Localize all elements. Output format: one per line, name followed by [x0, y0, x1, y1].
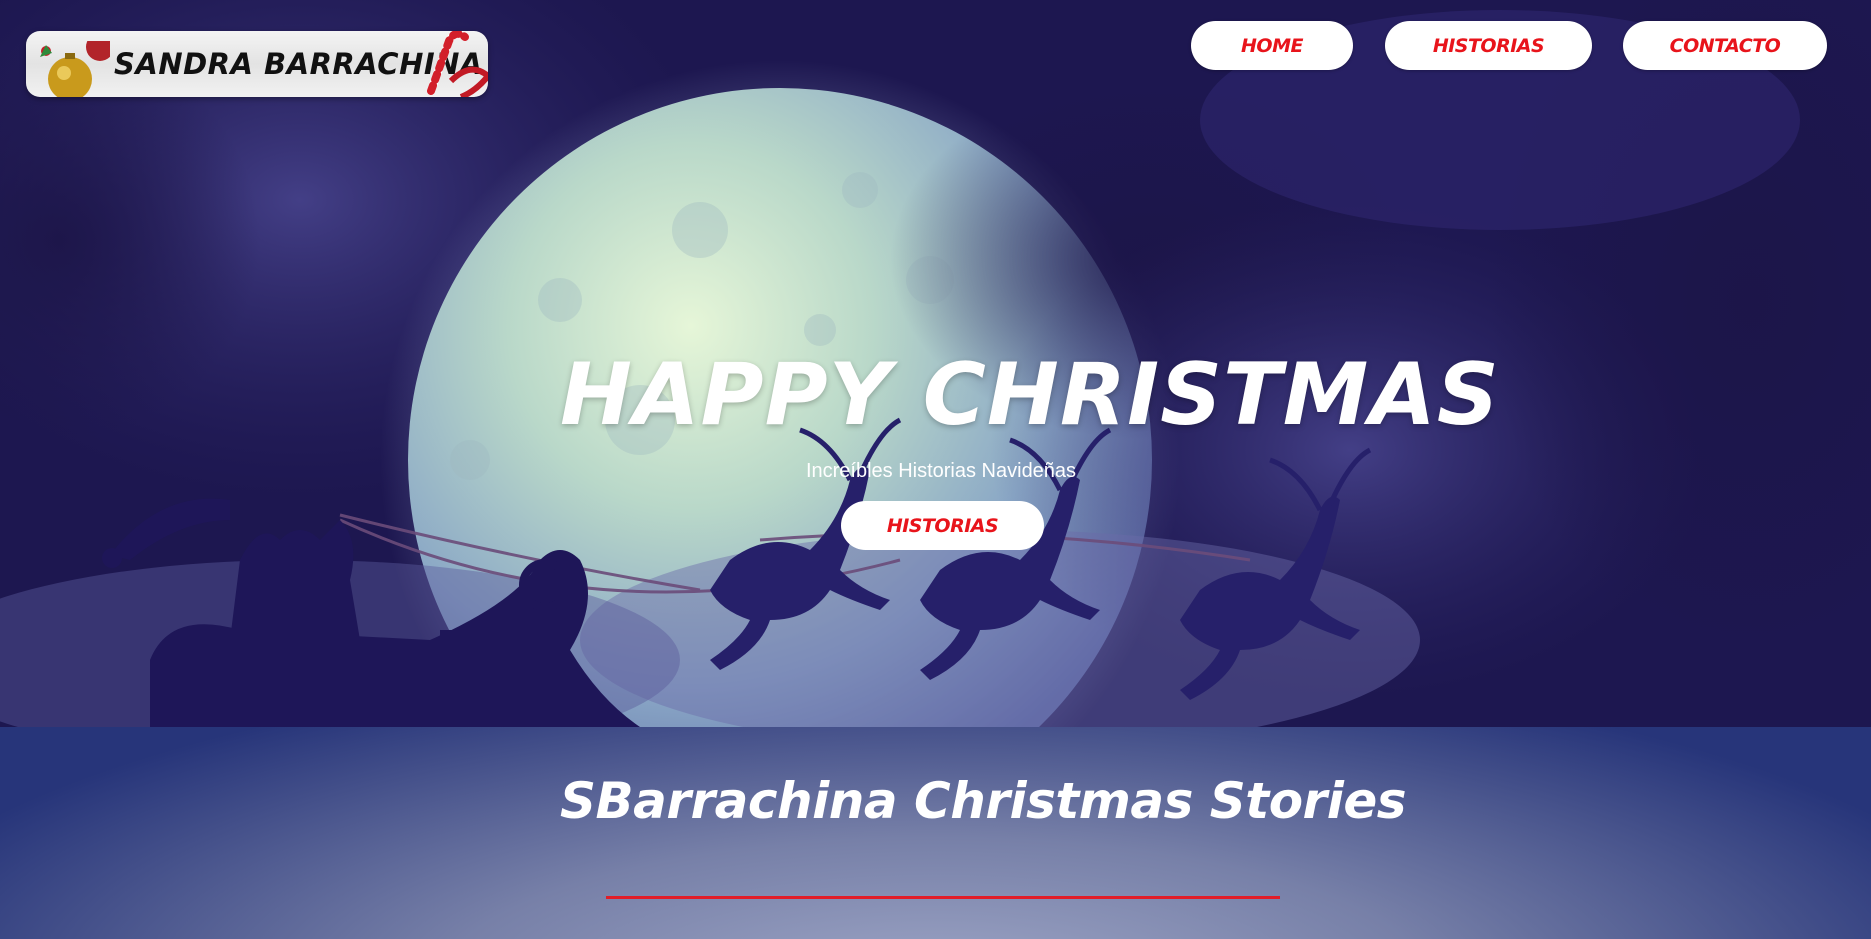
logo-text: SANDRA BARRACHINA	[114, 47, 483, 81]
hero-title: HAPPY CHRISTMAS	[560, 345, 1500, 445]
nav-home-button[interactable]: HOME	[1191, 21, 1353, 70]
hero-historias-button[interactable]: HISTORIAS	[841, 501, 1044, 550]
candy-cane-icon	[427, 31, 488, 97]
nav-contacto-button[interactable]: CONTACTO	[1623, 21, 1827, 70]
stories-section: SBarrachina Christmas Stories	[0, 727, 1871, 939]
hero-banner: SANDRA BARRACHINA HOME HISTORIAS CONTACT…	[0, 0, 1871, 727]
section-title: SBarrachina Christmas Stories	[560, 772, 1407, 830]
christmas-ornament-icon	[40, 41, 110, 97]
site-logo[interactable]: SANDRA BARRACHINA	[26, 31, 488, 97]
nav-historias-button[interactable]: HISTORIAS	[1385, 21, 1592, 70]
section-title-underline	[606, 896, 1280, 899]
hero-subtitle: Increíbles Historias Navideñas	[805, 460, 1077, 482]
